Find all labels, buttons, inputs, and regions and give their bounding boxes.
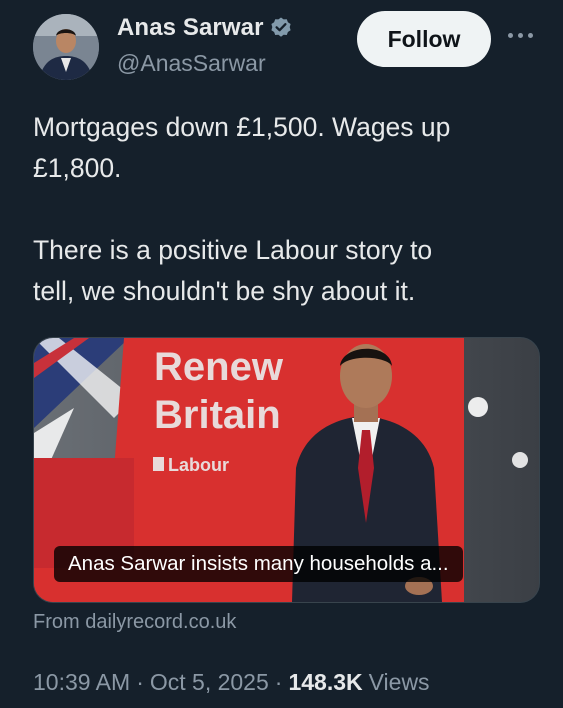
link-card[interactable]: Renew Britain Labour Anas Sarwar insists… bbox=[33, 337, 540, 603]
views-count: 148.3K bbox=[288, 669, 363, 695]
tweet-date[interactable]: Oct 5, 2025 bbox=[150, 669, 269, 696]
meta-separator: · bbox=[274, 669, 283, 695]
sign-text-labour: Labour bbox=[168, 455, 229, 475]
author-handle[interactable]: @AnasSarwar bbox=[117, 50, 266, 77]
meta-separator: · bbox=[136, 669, 144, 695]
avatar[interactable] bbox=[33, 14, 99, 80]
tweet-text: Mortgages down £1,500. Wages up £1,800. … bbox=[33, 112, 451, 306]
more-horizontal-icon[interactable] bbox=[508, 30, 538, 40]
avatar-image bbox=[33, 14, 99, 80]
tweet-meta: 10:39 AM · Oct 5, 2025 · 148.3K Views bbox=[33, 669, 430, 696]
author-name[interactable]: Anas Sarwar bbox=[117, 14, 264, 42]
views-label: Views bbox=[368, 669, 430, 695]
sign-text-britain: Britain bbox=[154, 393, 281, 437]
tweet-header: Anas Sarwar @AnasSarwar Follow bbox=[0, 0, 563, 90]
author-name-row: Anas Sarwar bbox=[117, 14, 293, 42]
follow-button[interactable]: Follow bbox=[357, 11, 491, 67]
card-source[interactable]: From dailyrecord.co.uk bbox=[33, 611, 236, 634]
tweet-time[interactable]: 10:39 AM bbox=[33, 669, 130, 696]
verified-badge-icon bbox=[269, 16, 293, 40]
card-caption: Anas Sarwar insists many households a... bbox=[54, 546, 463, 582]
sign-text-renew: Renew bbox=[154, 345, 284, 389]
